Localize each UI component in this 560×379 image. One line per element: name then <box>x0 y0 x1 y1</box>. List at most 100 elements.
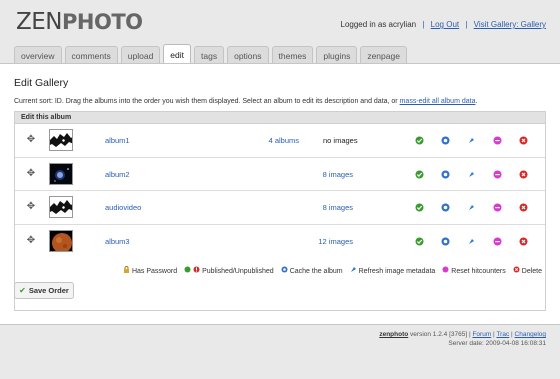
version-text: version 1.2.4 [3765] | <box>410 331 471 338</box>
space-thumb-icon <box>50 163 72 184</box>
footer: zenphoto version 1.2.4 [3765] | Forum | … <box>379 330 546 348</box>
legend-cache: Cache the album <box>281 266 343 275</box>
legend-password: Has Password <box>123 266 177 275</box>
tab-options[interactable]: options <box>227 46 269 64</box>
tab-plugins[interactable]: plugins <box>316 46 358 64</box>
main-panel: Edit Gallery Current sort: ID. Drag the … <box>0 63 560 325</box>
legend-refresh: Refresh image metadata <box>350 266 435 275</box>
zenphoto-logo[interactable]: ZENPHOTO <box>16 9 143 35</box>
checkmark-icon: ✔ <box>19 286 26 295</box>
visit-gallery-link[interactable]: Visit Gallery: Gallery <box>474 20 546 29</box>
album-name-link[interactable]: album2 <box>105 170 130 179</box>
tab-overview[interactable]: overview <box>14 46 62 64</box>
album-actions <box>415 170 528 179</box>
delete-icon[interactable] <box>519 170 528 179</box>
cache-icon[interactable] <box>441 237 450 246</box>
album-actions <box>415 237 528 246</box>
published-icon[interactable] <box>415 237 424 246</box>
refresh-icon <box>350 266 357 275</box>
sort-note: Current sort: ID. Drag the albums into t… <box>14 98 478 105</box>
forum-link[interactable]: Forum <box>472 331 491 338</box>
album-count-link[interactable]: 4 albums <box>269 136 299 145</box>
server-date: Server date: 2009-04-08 16:08:31 <box>448 340 546 347</box>
reset-hitcounter-icon[interactable] <box>493 203 502 212</box>
album-thumbnail[interactable] <box>49 196 73 218</box>
image-count-link[interactable]: 12 images <box>318 237 353 246</box>
legend-reset: Reset hitcounters <box>442 266 506 275</box>
album-row[interactable]: ✥ album3 12 images <box>15 224 545 258</box>
tab-themes[interactable]: themes <box>271 46 314 64</box>
published-icon[interactable] <box>415 136 424 145</box>
album-actions <box>415 203 528 212</box>
drag-handle-icon[interactable]: ✥ <box>26 135 36 145</box>
published-icon <box>184 266 191 275</box>
logout-link[interactable]: Log Out <box>431 20 459 29</box>
changelog-link[interactable]: Changelog <box>515 331 546 338</box>
delete-icon[interactable] <box>519 203 528 212</box>
album-thumbnail[interactable] <box>49 129 73 151</box>
reset-hitcounter-icon[interactable] <box>493 237 502 246</box>
page-title: Edit Gallery <box>14 77 69 89</box>
admin-tabs: overview comments upload edit tags optio… <box>14 44 407 65</box>
album-name-link[interactable]: album1 <box>105 136 130 145</box>
drag-handle-icon[interactable]: ✥ <box>26 235 36 246</box>
album-row[interactable]: ✥ album2 8 images <box>15 157 545 191</box>
album-row[interactable]: ✥ audiovideo 8 images <box>15 191 545 225</box>
tab-comments[interactable]: comments <box>64 46 118 64</box>
album-list: Edit this album ✥ album1 4 albums no ima… <box>14 111 546 311</box>
logo-photo: PHOTO <box>62 10 143 34</box>
image-count: no images <box>323 136 358 145</box>
album-actions <box>415 136 528 145</box>
lock-icon <box>123 266 130 275</box>
album-list-header: Edit this album <box>15 112 545 124</box>
album-name-link[interactable]: audiovideo <box>105 203 141 212</box>
logo-zen: ZEN <box>16 9 63 35</box>
delete-icon <box>513 266 520 275</box>
album-name-link[interactable]: album3 <box>105 237 130 246</box>
separator: | <box>465 20 468 29</box>
mass-edit-link[interactable]: mass-edit all album data <box>400 98 476 105</box>
reset-hitcounter-icon[interactable] <box>493 170 502 179</box>
tab-edit[interactable]: edit <box>163 44 192 65</box>
album-thumbnail[interactable] <box>49 229 73 252</box>
user-bar: Logged in as acrylian | Log Out | Visit … <box>341 20 547 29</box>
silhouette-thumb-icon <box>50 197 72 217</box>
refresh-icon[interactable] <box>467 170 476 179</box>
album-row[interactable]: ✥ album1 4 albums no images <box>15 124 545 158</box>
cache-icon[interactable] <box>441 170 450 179</box>
footer-version-line: zenphoto version 1.2.4 [3765] | Forum | … <box>379 331 546 338</box>
drag-handle-icon[interactable]: ✥ <box>26 202 36 212</box>
save-order-button[interactable]: ✔ Save Order <box>14 282 74 299</box>
delete-icon[interactable] <box>519 237 528 246</box>
published-icon[interactable] <box>415 170 424 179</box>
image-count-link[interactable]: 8 images <box>323 170 353 179</box>
reset-hitcounter-icon[interactable] <box>493 136 502 145</box>
refresh-icon[interactable] <box>467 237 476 246</box>
separator: | <box>422 20 425 29</box>
logged-in-text: Logged in as acrylian <box>340 20 417 29</box>
unpublished-icon <box>193 266 200 275</box>
legend-delete: Delete <box>513 266 542 275</box>
image-count-link[interactable]: 8 images <box>323 203 353 212</box>
tab-tags[interactable]: tags <box>194 46 225 64</box>
published-icon[interactable] <box>415 203 424 212</box>
zenphoto-link[interactable]: zenphoto <box>379 331 408 338</box>
legend-published: Published/Unpublished <box>184 266 274 275</box>
refresh-icon[interactable] <box>467 136 476 145</box>
reset-hitcounter-icon <box>442 266 449 275</box>
silhouette-thumb-icon <box>50 130 72 150</box>
sort-note-text: Current sort: ID. Drag the albums into t… <box>14 98 398 105</box>
icon-legend: Has Password Published/Unpublished Cache… <box>123 266 542 275</box>
tab-zenpage[interactable]: zenpage <box>360 46 407 64</box>
drag-handle-icon[interactable]: ✥ <box>26 168 36 179</box>
save-order-label: Save Order <box>28 286 69 295</box>
cache-icon[interactable] <box>441 203 450 212</box>
cache-icon[interactable] <box>441 136 450 145</box>
delete-icon[interactable] <box>519 136 528 145</box>
planet-thumb-icon <box>50 230 72 251</box>
album-thumbnail[interactable] <box>49 162 73 185</box>
cache-icon <box>281 266 288 275</box>
refresh-icon[interactable] <box>467 203 476 212</box>
trac-link[interactable]: Trac <box>496 331 509 338</box>
tab-upload[interactable]: upload <box>120 46 161 64</box>
